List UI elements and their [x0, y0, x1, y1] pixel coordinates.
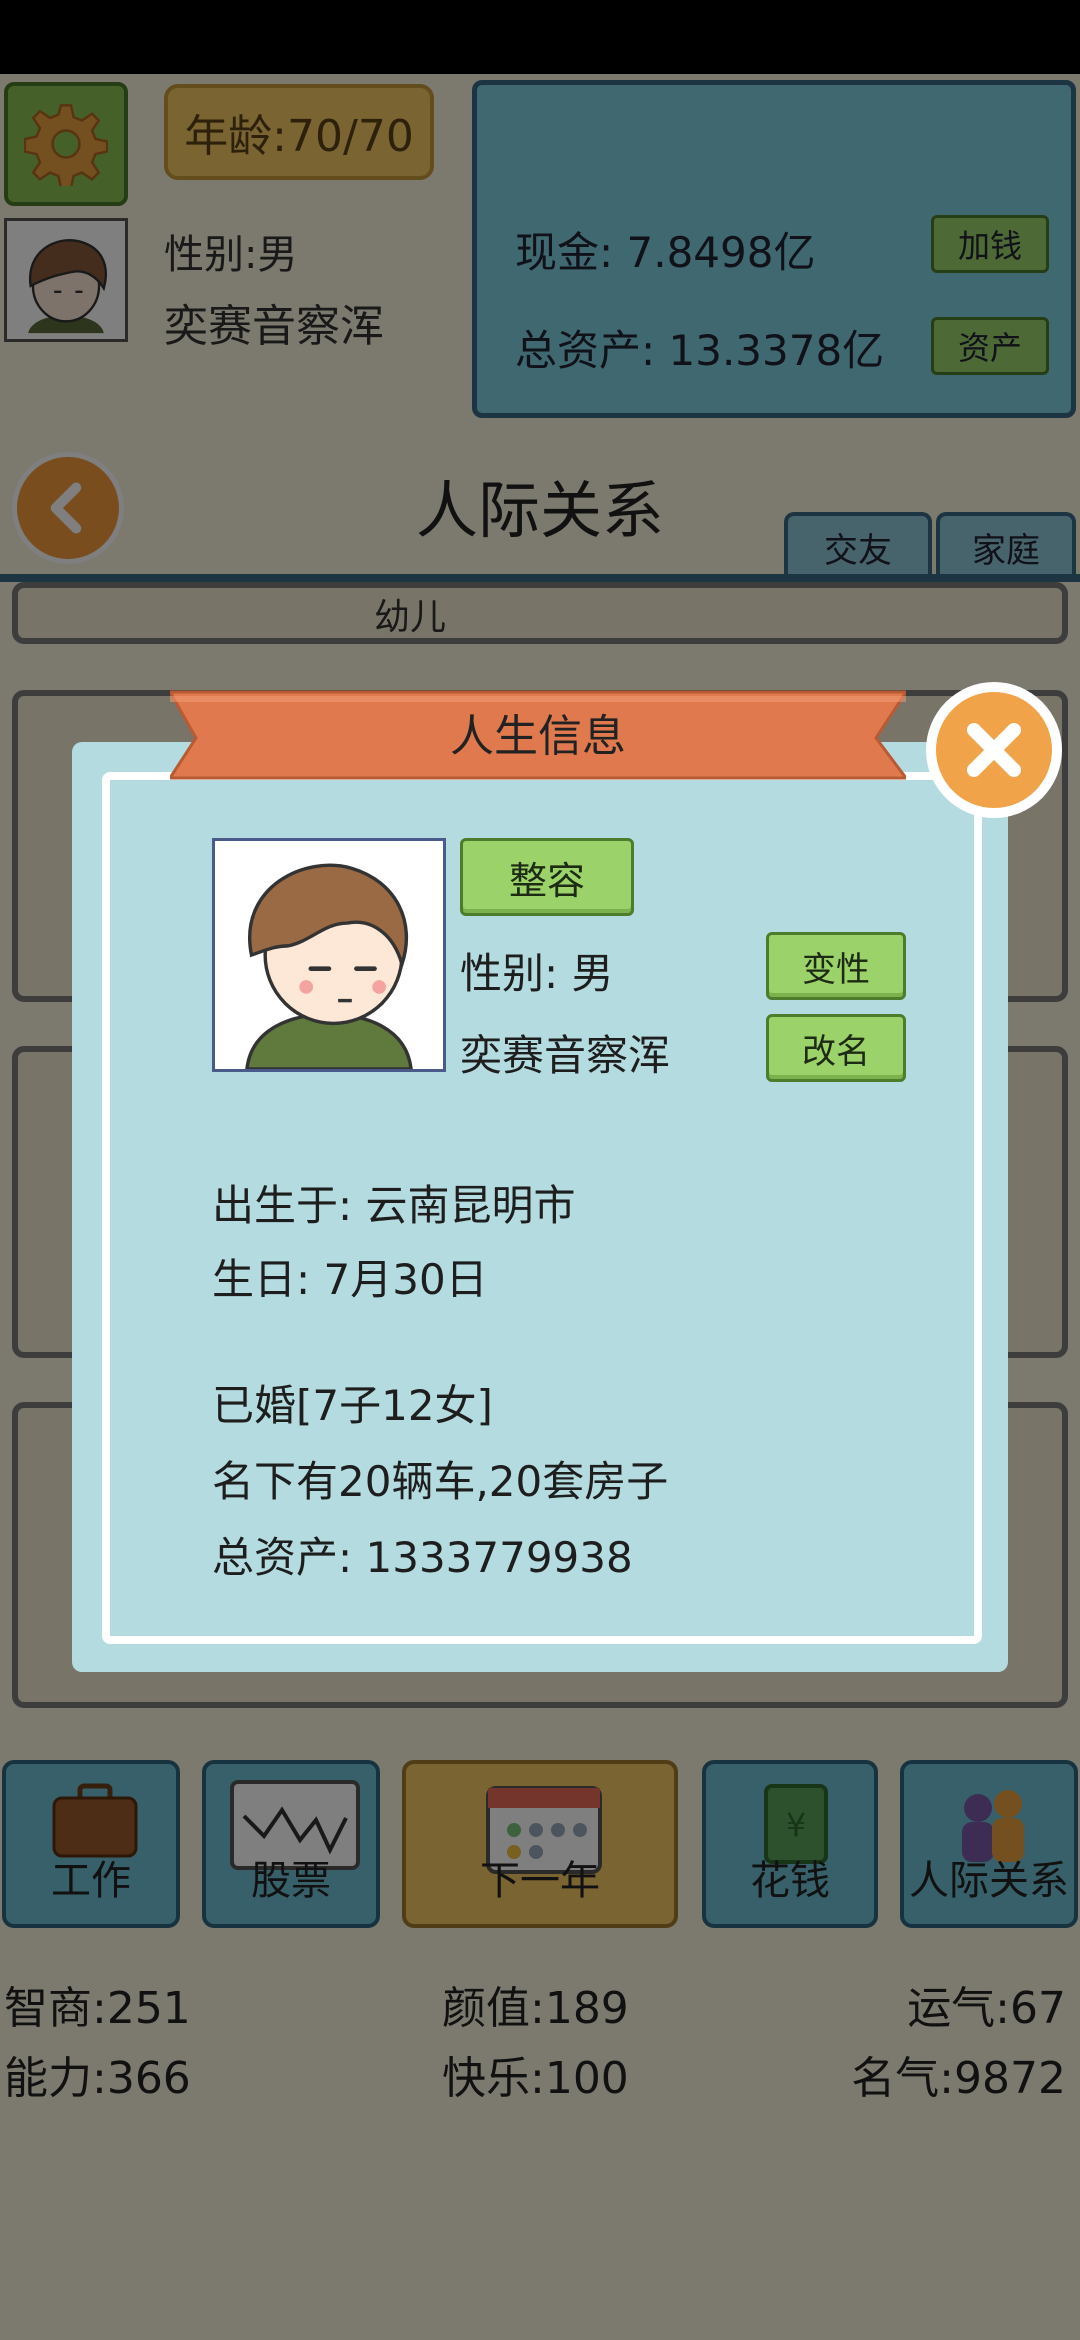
dialog-gender: 性别: 男 — [460, 949, 614, 998]
rename-button[interactable]: 改名 — [766, 1014, 906, 1082]
birthday-text: 生日: 7月30日 — [212, 1255, 488, 1304]
change-gender-button[interactable]: 变性 — [766, 932, 906, 1000]
close-icon — [936, 692, 1052, 808]
dialog-name: 奕赛音察浑 — [460, 1031, 671, 1080]
close-button[interactable] — [926, 682, 1062, 818]
property-text: 名下有20辆车,20套房子 — [212, 1457, 669, 1506]
marital-status-text: 已婚[7子12女] — [212, 1381, 493, 1430]
status-bar — [0, 0, 1080, 74]
dialog-title: 人生信息 — [450, 711, 626, 762]
plastic-surgery-button[interactable]: 整容 — [460, 838, 634, 916]
character-face-icon — [215, 841, 443, 1069]
total-assets-text: 总资产: 1333779938 — [212, 1533, 633, 1582]
birthplace-text: 出生于: 云南昆明市 — [212, 1181, 576, 1230]
character-portrait — [212, 838, 446, 1072]
